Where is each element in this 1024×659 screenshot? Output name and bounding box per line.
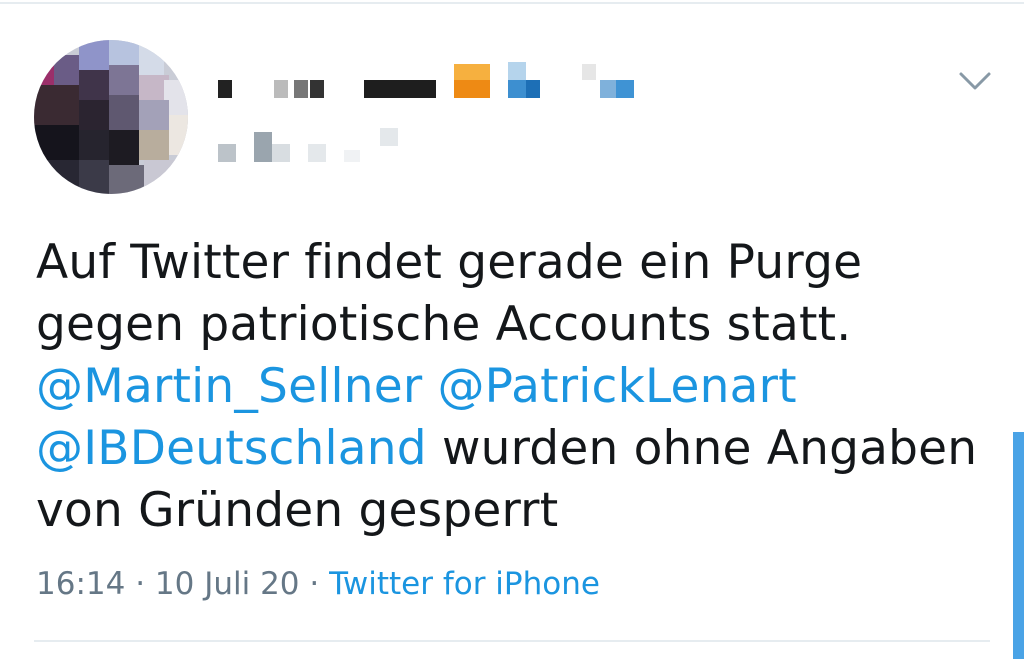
top-divider	[0, 2, 1024, 4]
tweet-text-space	[422, 359, 437, 414]
tweet-text-intro: Auf Twitter findet gerade ein Purge gege…	[36, 235, 863, 352]
display-name-redacted[interactable]	[218, 62, 638, 104]
tweet-source-link[interactable]: Twitter for iPhone	[329, 566, 600, 602]
bottom-divider	[34, 640, 990, 642]
mention-patrick-lenart[interactable]: @PatrickLenart	[437, 359, 796, 414]
chevron-down-icon	[959, 72, 991, 90]
more-menu-button[interactable]	[958, 70, 992, 92]
tweet-timestamp[interactable]: 16:14 · 10 Juli 20	[36, 566, 300, 602]
tweet-text: Auf Twitter findet gerade ein Purge gege…	[36, 232, 996, 542]
tweet-meta: 16:14 · 10 Juli 20 · Twitter for iPhone	[36, 562, 600, 606]
mention-ibdeutschland[interactable]: @IBDeutschland	[36, 421, 427, 476]
username-redacted[interactable]	[218, 128, 408, 170]
avatar[interactable]	[34, 40, 188, 194]
meta-separator: ·	[299, 566, 330, 602]
scrollbar[interactable]	[1013, 432, 1024, 659]
mention-martin-sellner[interactable]: @Martin​_Sellner	[36, 359, 422, 414]
